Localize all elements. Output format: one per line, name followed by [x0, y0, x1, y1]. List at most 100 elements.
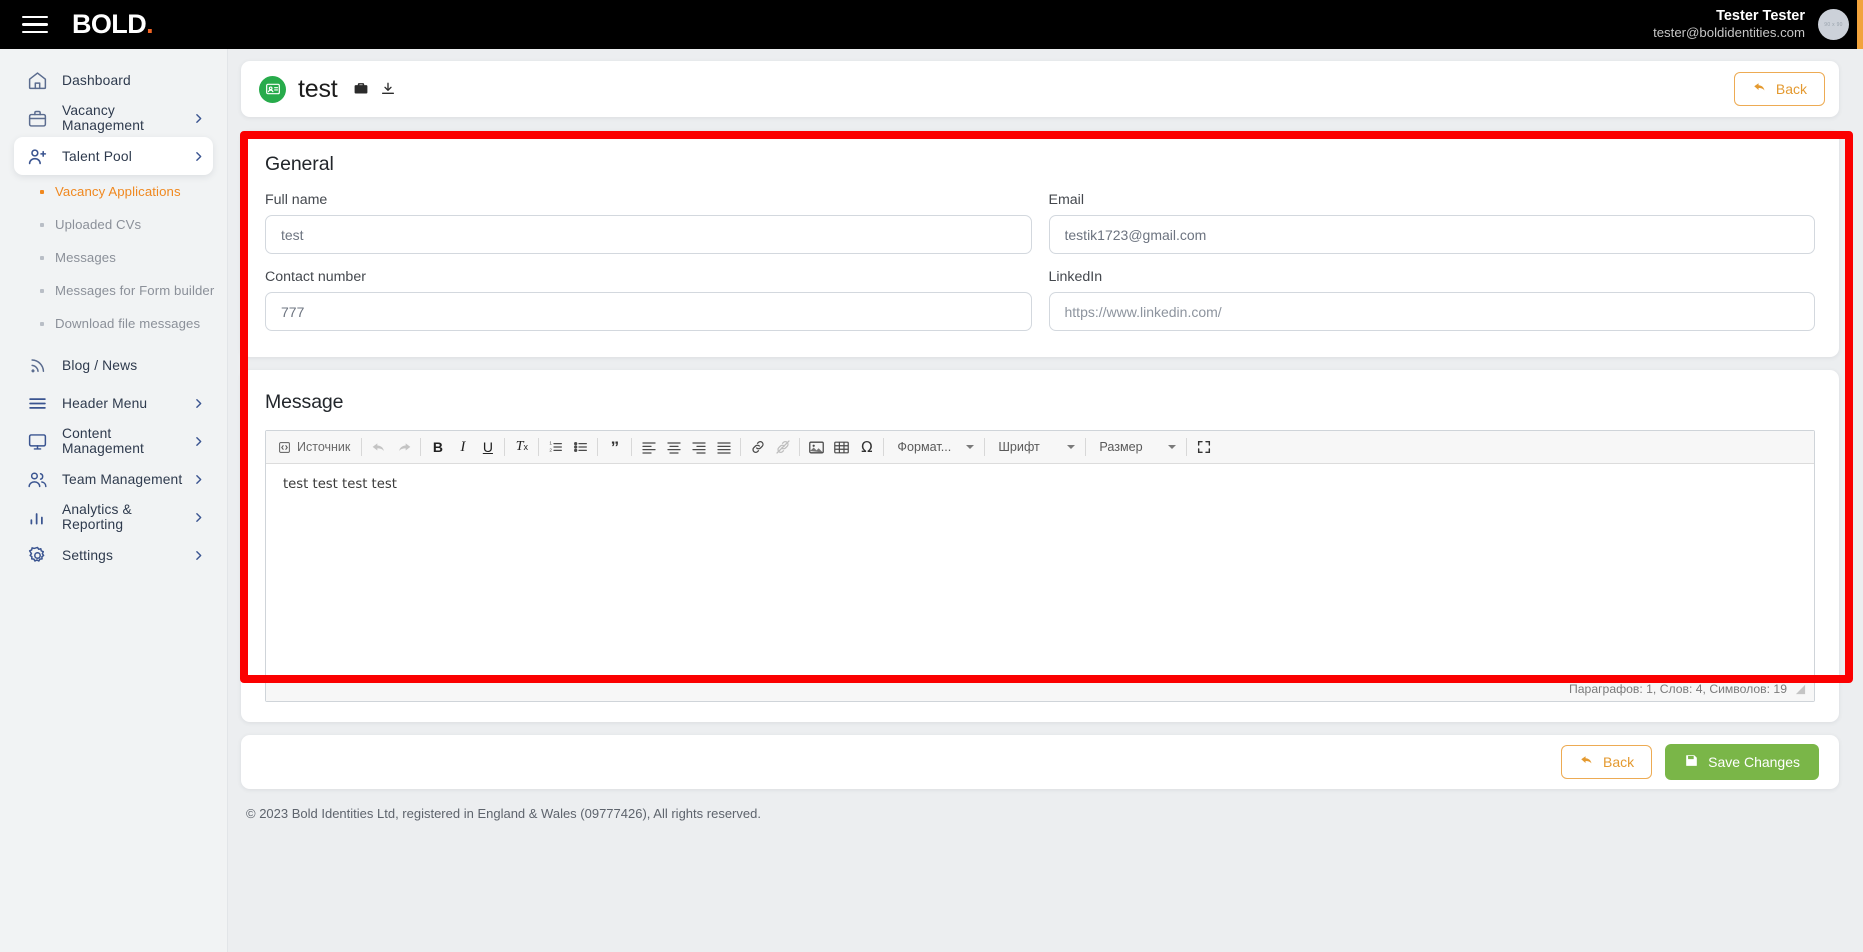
field-full-name: Full name [265, 192, 1032, 254]
source-button-label: Источник [297, 440, 351, 454]
chevron-down-icon [1168, 445, 1177, 449]
bold-button[interactable]: B [425, 435, 450, 460]
sidebar-item-label: Vacancy Management [62, 103, 145, 133]
sidebar-item-label: Talent Pool [62, 148, 132, 164]
toolbar-separator [1085, 438, 1087, 456]
image-button[interactable] [804, 435, 829, 460]
unlink-button[interactable] [770, 435, 795, 460]
sidebar-item-settings[interactable]: Settings [14, 536, 213, 574]
floppy-disk-icon [1684, 753, 1699, 771]
editor-body[interactable]: test test test test [266, 464, 1814, 676]
sidebar-item-dashboard[interactable]: Dashboard [14, 61, 213, 99]
toolbar-separator [631, 438, 633, 456]
avatar[interactable]: 90 x 90 [1818, 9, 1849, 40]
back-button-footer[interactable]: Back [1561, 745, 1653, 779]
undo-button[interactable] [366, 435, 391, 460]
source-button[interactable]: Источник [271, 435, 357, 460]
align-center-button[interactable] [661, 435, 686, 460]
sidebar-subitem-uploaded-cvs[interactable]: Uploaded CVs [0, 208, 227, 241]
align-right-button[interactable] [686, 435, 711, 460]
full-name-input[interactable] [265, 215, 1032, 254]
underline-button[interactable]: U [475, 435, 500, 460]
resize-grip-icon[interactable] [1795, 684, 1806, 695]
sidebar-subitem-messages[interactable]: Messages [0, 241, 227, 274]
toolbar-separator [361, 438, 363, 456]
sidebar-item-blog-news[interactable]: Blog / News [14, 346, 213, 384]
special-character-button[interactable]: Ω [854, 435, 879, 460]
sidebar-subitem-messages-form-builder[interactable]: Messages for Form builder [0, 274, 227, 307]
sidebar-item-team-management[interactable]: Team Management [14, 460, 213, 498]
chevron-right-icon [192, 435, 205, 448]
sidebar-subitem-vacancy-applications[interactable]: Vacancy Applications [0, 175, 227, 208]
size-dropdown[interactable]: Размер [1090, 435, 1182, 460]
brand-logo[interactable]: BOLD. [72, 9, 154, 40]
sidebar-item-talent-pool[interactable]: Talent Pool [14, 137, 213, 175]
toolbar-separator [597, 438, 599, 456]
sidebar-subitem-download-file-messages[interactable]: Download file messages [0, 307, 227, 340]
sidebar-item-header-menu[interactable]: Header Menu [14, 384, 213, 422]
sidebar-item-vacancy-management[interactable]: Vacancy Management [14, 99, 213, 137]
format-dropdown-label: Формат... [897, 440, 952, 454]
justify-button[interactable] [711, 435, 736, 460]
blockquote-button[interactable]: ” [602, 435, 627, 460]
download-icon[interactable] [380, 81, 396, 97]
save-changes-button[interactable]: Save Changes [1665, 744, 1819, 780]
font-dropdown-label: Шрифт [998, 440, 1040, 454]
rich-text-editor: Источник B I U Tx 12 ” Ω Формат... Шрифт… [265, 430, 1815, 702]
toolbar-separator [883, 438, 885, 456]
email-input[interactable] [1048, 215, 1815, 254]
maximize-button[interactable] [1191, 435, 1216, 460]
back-button-header[interactable]: Back [1733, 72, 1825, 106]
home-icon [26, 69, 49, 92]
back-button-label: Back [1775, 81, 1807, 97]
sidebar-item-label: Team Management [62, 471, 183, 487]
italic-button[interactable]: I [450, 435, 475, 460]
linkedin-input[interactable] [1048, 292, 1815, 331]
hamburger-icon[interactable] [22, 15, 48, 34]
bulleted-list-button[interactable] [568, 435, 593, 460]
field-label: Full name [265, 192, 328, 208]
back-arrow-icon [1752, 80, 1767, 98]
bullet-icon [40, 321, 44, 326]
gear-icon [26, 544, 49, 567]
redo-button[interactable] [391, 435, 416, 460]
editor-paragraph: test test test test [283, 477, 397, 492]
sidebar-item-label: Settings [62, 547, 114, 563]
format-dropdown[interactable]: Формат... [888, 435, 980, 460]
chevron-down-icon [966, 445, 975, 449]
briefcase-icon[interactable] [353, 81, 369, 97]
field-label: Contact number [265, 269, 366, 285]
contact-number-input[interactable] [265, 292, 1032, 331]
user-plus-icon [26, 145, 49, 168]
font-dropdown[interactable]: Шрифт [989, 435, 1081, 460]
users-icon [26, 468, 49, 491]
link-button[interactable] [745, 435, 770, 460]
back-arrow-icon [1579, 753, 1594, 771]
user-area[interactable]: Tester Tester tester@boldidentities.com … [1653, 8, 1863, 42]
user-name: Tester Tester [1716, 7, 1805, 24]
field-contact-number: Contact number [265, 269, 1032, 331]
brand-name: BOLD [72, 9, 147, 39]
form-actions-bar: Back Save Changes [241, 735, 1839, 789]
main-content: test Back General Full name Email [228, 49, 1863, 952]
sidebar-item-content-management[interactable]: Content Management [14, 422, 213, 460]
sidebar-item-label: Header Menu [62, 395, 148, 411]
sidebar-subitem-label: Vacancy Applications [55, 184, 181, 199]
contact-card-icon [259, 75, 286, 103]
table-button[interactable] [829, 435, 854, 460]
remove-format-button[interactable]: Tx [509, 435, 534, 460]
user-email: tester@boldidentities.com [1653, 25, 1805, 41]
toolbar-separator [420, 438, 422, 456]
menu-lines-icon [26, 392, 49, 415]
numbered-list-button[interactable]: 12 [543, 435, 568, 460]
align-left-button[interactable] [636, 435, 661, 460]
general-fields-grid: Full name Email Contact number LinkedIn [265, 192, 1815, 331]
sidebar-item-analytics-reporting[interactable]: Analytics & Reporting [14, 498, 213, 536]
top-bar: BOLD. Tester Tester tester@boldidentitie… [0, 0, 1863, 49]
title-action-icons [353, 81, 396, 97]
rss-icon [26, 354, 49, 377]
chevron-right-icon [192, 397, 205, 410]
message-section: Message Источник B I U T x 1 2 ” Ω Форма… [241, 370, 1839, 722]
bullet-icon [40, 288, 44, 293]
bullet-icon [40, 189, 44, 194]
